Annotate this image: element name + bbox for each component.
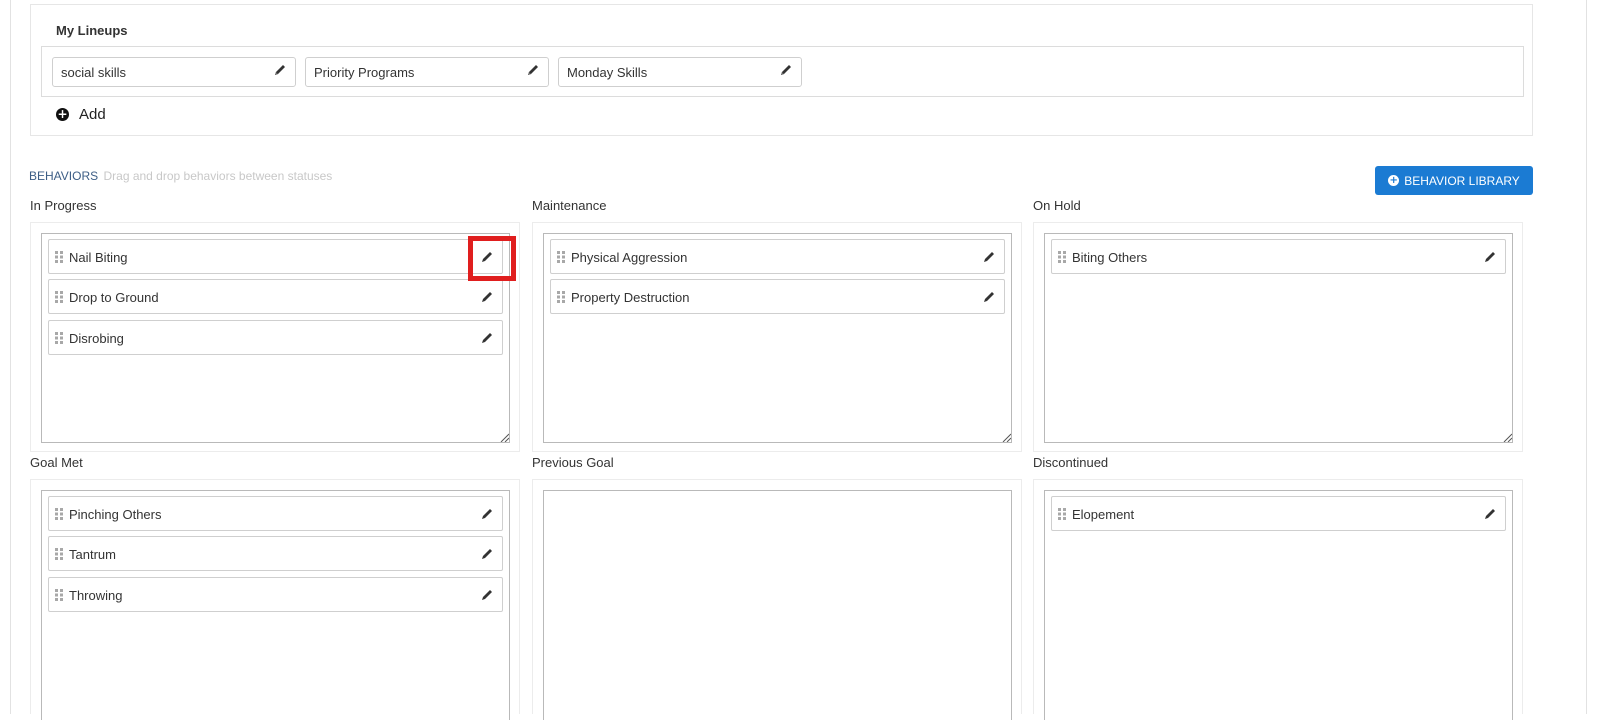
page-border-right [1586,0,1587,714]
drag-handle-icon[interactable] [55,547,63,560]
status-label-on-hold: On Hold [1033,198,1081,213]
behavior-label: Elopement [1072,507,1135,522]
behavior-item-disrobing[interactable]: Disrobing [48,320,503,355]
lineup-social-skills[interactable]: social skills [52,57,296,87]
pencil-icon[interactable] [480,588,494,607]
status-panel-on-hold: Biting Others [1033,222,1523,452]
dropzone-discontinued[interactable]: Elopement [1044,490,1513,720]
behaviors-header: BEHAVIORS Drag and drop behaviors betwee… [29,169,332,183]
behavior-item-property-destruction[interactable]: Property Destruction [550,279,1005,314]
dropzone-on-hold[interactable]: Biting Others [1044,233,1513,443]
behavior-label: Drop to Ground [69,290,159,305]
lineup-monday-skills[interactable]: Monday Skills [558,57,802,87]
add-lineup-button[interactable]: + Add [56,104,106,124]
behavior-label: Nail Biting [69,250,128,265]
behavior-label: Biting Others [1072,250,1148,265]
pencil-icon[interactable] [273,63,287,82]
status-panel-maintenance: Physical Aggression Property Destruction [532,222,1022,452]
drag-handle-icon[interactable] [55,290,63,303]
dropzone-previous-goal[interactable] [543,490,1012,720]
behavior-item-tantrum[interactable]: Tantrum [48,536,503,571]
lineup-label: Priority Programs [314,65,415,80]
behavior-label: Property Destruction [571,290,690,305]
behavior-item-biting-others[interactable]: Biting Others [1051,239,1506,274]
status-label-discontinued: Discontinued [1033,455,1109,470]
pencil-icon[interactable] [1483,507,1497,526]
behavior-item-physical-aggression[interactable]: Physical Aggression [550,239,1005,274]
resize-grip-icon[interactable] [499,432,510,443]
pencil-icon[interactable] [480,290,494,309]
add-lineup-label: Add [79,105,106,123]
pencil-icon[interactable] [779,63,793,82]
page-border-left [10,0,11,714]
lineups-title: My Lineups [56,23,128,38]
drag-handle-icon[interactable] [557,290,565,303]
drag-handle-icon[interactable] [55,331,63,344]
behavior-library-label: BEHAVIOR LIBRARY [1404,173,1520,188]
status-label-previous-goal: Previous Goal [532,455,614,470]
pencil-icon[interactable] [480,331,494,350]
pencil-icon[interactable] [480,507,494,526]
status-label-maintenance: Maintenance [532,198,607,213]
drag-handle-icon[interactable] [55,588,63,601]
lineup-label: Monday Skills [567,65,648,80]
behavior-item-pinching-others[interactable]: Pinching Others [48,496,503,531]
behaviors-title: BEHAVIORS [29,169,99,183]
pencil-icon[interactable] [526,63,540,82]
dropzone-maintenance[interactable]: Physical Aggression Property Destruction [543,233,1012,443]
resize-grip-icon[interactable] [1001,432,1012,443]
drag-handle-icon[interactable] [557,250,565,263]
status-panel-discontinued: Elopement [1033,479,1523,720]
behaviors-hint: Drag and drop behaviors between statuses [103,169,333,183]
status-panel-previous-goal [532,479,1022,720]
plus-circle-icon: + [1388,175,1400,186]
behavior-item-elopement[interactable]: Elopement [1051,496,1506,531]
dropzone-in-progress[interactable]: Nail Biting Drop to Ground Disrobing [41,233,510,443]
drag-handle-icon[interactable] [1058,250,1066,263]
lineup-priority-programs[interactable]: Priority Programs [305,57,549,87]
behavior-label: Physical Aggression [571,250,688,265]
lineups-panel: My Lineups social skills Priority Progra… [30,4,1533,136]
lineup-label: social skills [61,65,127,80]
drag-handle-icon[interactable] [55,507,63,520]
behavior-label: Pinching Others [69,507,162,522]
behavior-item-nail-biting[interactable]: Nail Biting [48,239,503,274]
status-panel-in-progress: Nail Biting Drop to Ground Disrobing [30,222,520,452]
status-label-in-progress: In Progress [30,198,97,213]
pencil-icon[interactable] [982,250,996,269]
drag-handle-icon[interactable] [55,250,63,263]
resize-grip-icon[interactable] [1502,432,1513,443]
pencil-icon[interactable] [1483,250,1497,269]
pencil-icon[interactable] [982,290,996,309]
drag-handle-icon[interactable] [1058,507,1066,520]
highlight-annotation [468,236,516,281]
status-label-goal-met: Goal Met [30,455,83,470]
behavior-item-throwing[interactable]: Throwing [48,577,503,612]
behavior-library-button[interactable]: + BEHAVIOR LIBRARY [1375,166,1533,195]
behavior-item-drop-to-ground[interactable]: Drop to Ground [48,279,503,314]
behavior-label: Tantrum [69,547,116,562]
lineups-list: social skills Priority Programs Monday S… [41,46,1524,97]
status-panel-goal-met: Pinching Others Tantrum Throwing [30,479,520,720]
plus-circle-icon: + [56,106,69,121]
pencil-icon[interactable] [480,547,494,566]
behavior-label: Throwing [69,588,123,603]
dropzone-goal-met[interactable]: Pinching Others Tantrum Throwing [41,490,510,720]
behavior-label: Disrobing [69,331,124,346]
